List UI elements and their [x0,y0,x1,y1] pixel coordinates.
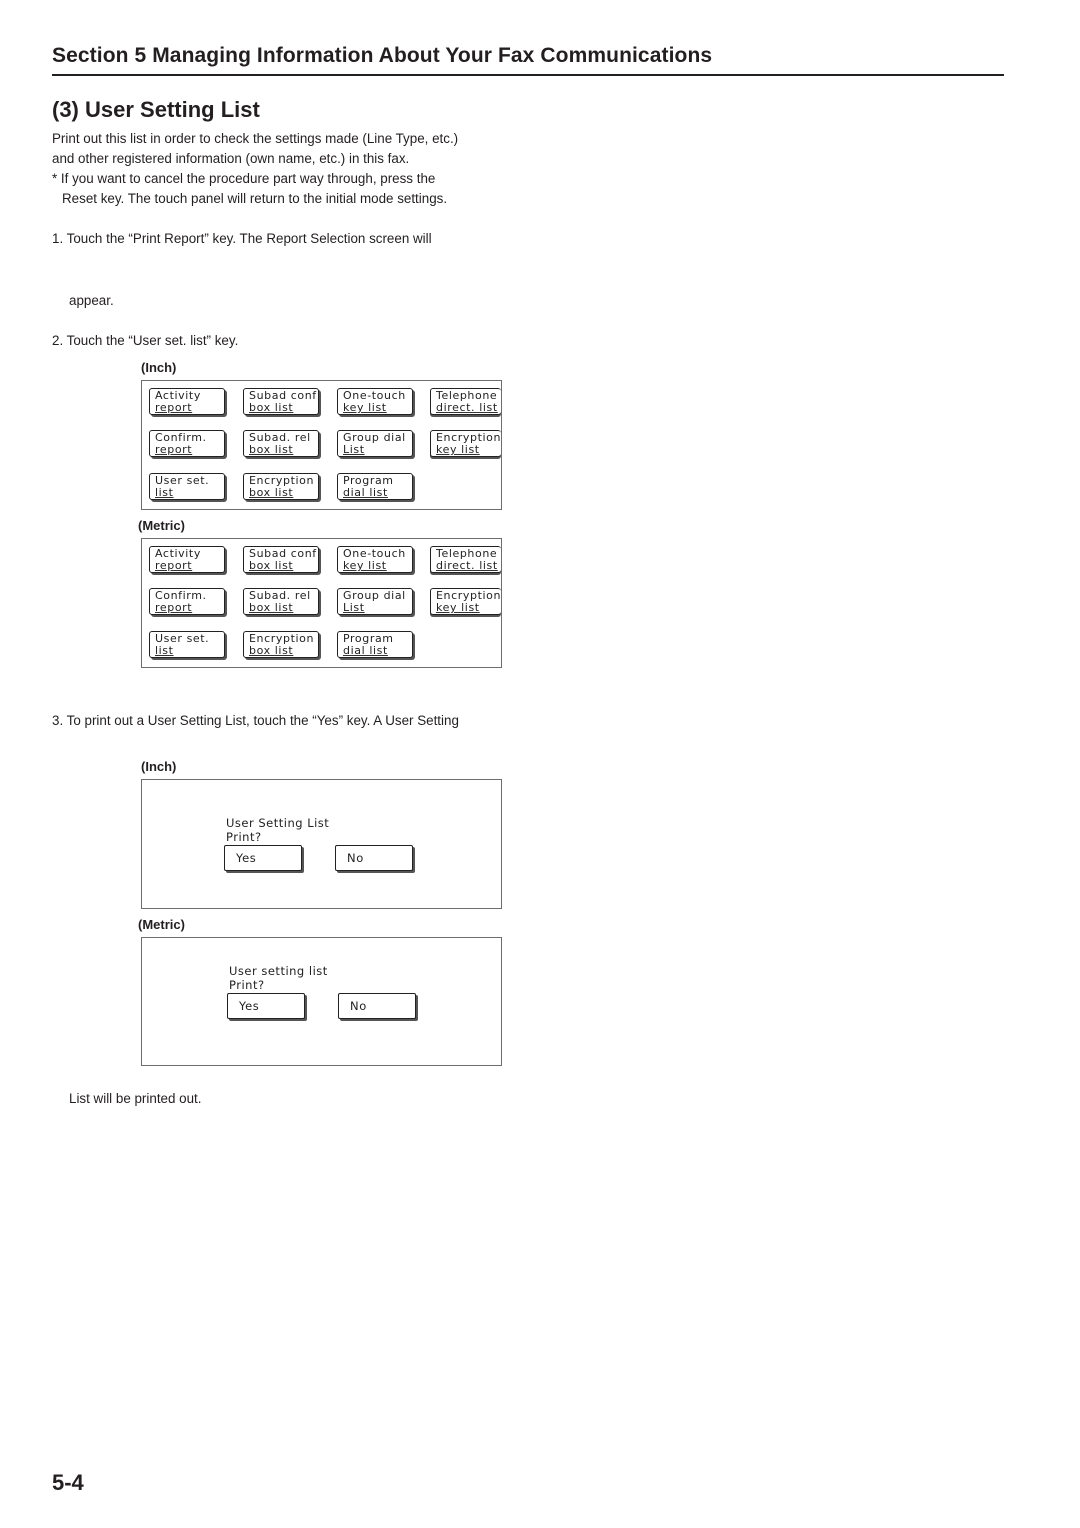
dialog-title: User Setting List [226,816,330,830]
button-label-line-2: List [343,601,365,614]
button-label-line-2: list [155,486,174,499]
user-set-list-button[interactable]: User set. list [149,631,225,658]
intro-line-1: Print out this list in order to check th… [52,131,459,146]
program-dial-list-button[interactable]: Program dial list [337,631,413,658]
dialog-inch-label: (Inch) [141,759,177,774]
dialog-metric-label: (Metric) [138,917,185,932]
metric-label: (Metric) [138,518,185,533]
page-title: (3) User Setting List [52,97,260,122]
button-label-line-2: report [155,559,193,572]
button-label-line-2: List [343,443,365,456]
telephone-direct-list-button[interactable]: Telephone direct. list [430,546,501,573]
button-label-line-2: box list [249,644,294,657]
dialog-prompt: Print? [226,830,262,844]
program-dial-list-button[interactable]: Program dial list [337,473,413,500]
button-label-line-2: direct. list [436,401,498,414]
group-dial-list-button[interactable]: Group dial List [337,430,413,457]
button-label-line-2: box list [249,443,294,456]
confirm-dialog-metric: User setting list Print? Yes No [141,937,502,1066]
button-label-line-2: key list [343,401,387,414]
activity-report-button[interactable]: Activity report [149,388,225,415]
button-label-line-2: report [155,601,193,614]
yes-button[interactable]: Yes [224,845,302,871]
button-label-line-2: list [155,644,174,657]
step-1: 1. Touch the “Print Report” key. The Rep… [52,231,432,246]
subad-conf-box-list-button[interactable]: Subad conf box list [243,546,319,573]
yes-button[interactable]: Yes [227,993,305,1019]
button-label-line-2: box list [249,559,294,572]
button-label-line-2: box list [249,601,294,614]
intro-line-2: and other registered information (own na… [52,151,410,166]
button-label-line-2: report [155,401,193,414]
confirm-report-button[interactable]: Confirm. report [149,430,225,457]
subad-conf-box-list-button[interactable]: Subad conf box list [243,388,319,415]
button-label-line-2: key list [436,443,480,456]
one-touch-key-list-button[interactable]: One-touch key list [337,546,413,573]
note-line-1: * If you want to cancel the procedure pa… [52,171,436,186]
dialog-title: User setting list [229,964,328,978]
button-label-line-2: box list [249,401,294,414]
subad-rel-box-list-button[interactable]: Subad. rel box list [243,588,319,615]
button-label-line-2: box list [249,486,294,499]
button-label-line-2: key list [436,601,480,614]
step-3: 3. To print out a User Setting List, tou… [52,713,459,728]
note-line-2: Reset key. The touch panel will return t… [62,191,448,206]
button-label-line-2: key list [343,559,387,572]
subad-rel-box-list-button[interactable]: Subad. rel box list [243,430,319,457]
encryption-box-list-button[interactable]: Encryption box list [243,631,319,658]
confirm-dialog-inch: User Setting List Print? Yes No [141,779,502,909]
user-set-list-button[interactable]: User set. list [149,473,225,500]
button-label-line-2: direct. list [436,559,498,572]
group-dial-list-button[interactable]: Group dial List [337,588,413,615]
encryption-key-list-button[interactable]: Encryption key list [430,588,501,615]
button-label-line-2: dial list [343,486,388,499]
step-3-continued: List will be printed out. [69,1091,202,1106]
report-selection-panel-inch: Activity report Subad conf box list One-touc… [141,380,502,510]
button-label-line-2: report [155,443,193,456]
telephone-direct-list-button[interactable]: Telephone direct. list [430,388,501,415]
encryption-box-list-button[interactable]: Encryption box list [243,473,319,500]
step-1-continued: appear. [69,293,114,308]
section-header: Section 5 Managing Information About You… [52,44,1004,76]
step-2: 2. Touch the “User set. list” key. [52,333,239,348]
dialog-prompt: Print? [229,978,265,992]
no-button[interactable]: No [335,845,413,871]
button-label-line-2: dial list [343,644,388,657]
inch-label: (Inch) [141,360,177,375]
encryption-key-list-button[interactable]: Encryption key list [430,430,501,457]
report-selection-panel-metric: Activity report Subad conf box list One-touc… [141,538,502,668]
no-button[interactable]: No [338,993,416,1019]
confirm-report-button[interactable]: Confirm. report [149,588,225,615]
one-touch-key-list-button[interactable]: One-touch key list [337,388,413,415]
page-number: 5-4 [52,1470,84,1495]
activity-report-button[interactable]: Activity report [149,546,225,573]
